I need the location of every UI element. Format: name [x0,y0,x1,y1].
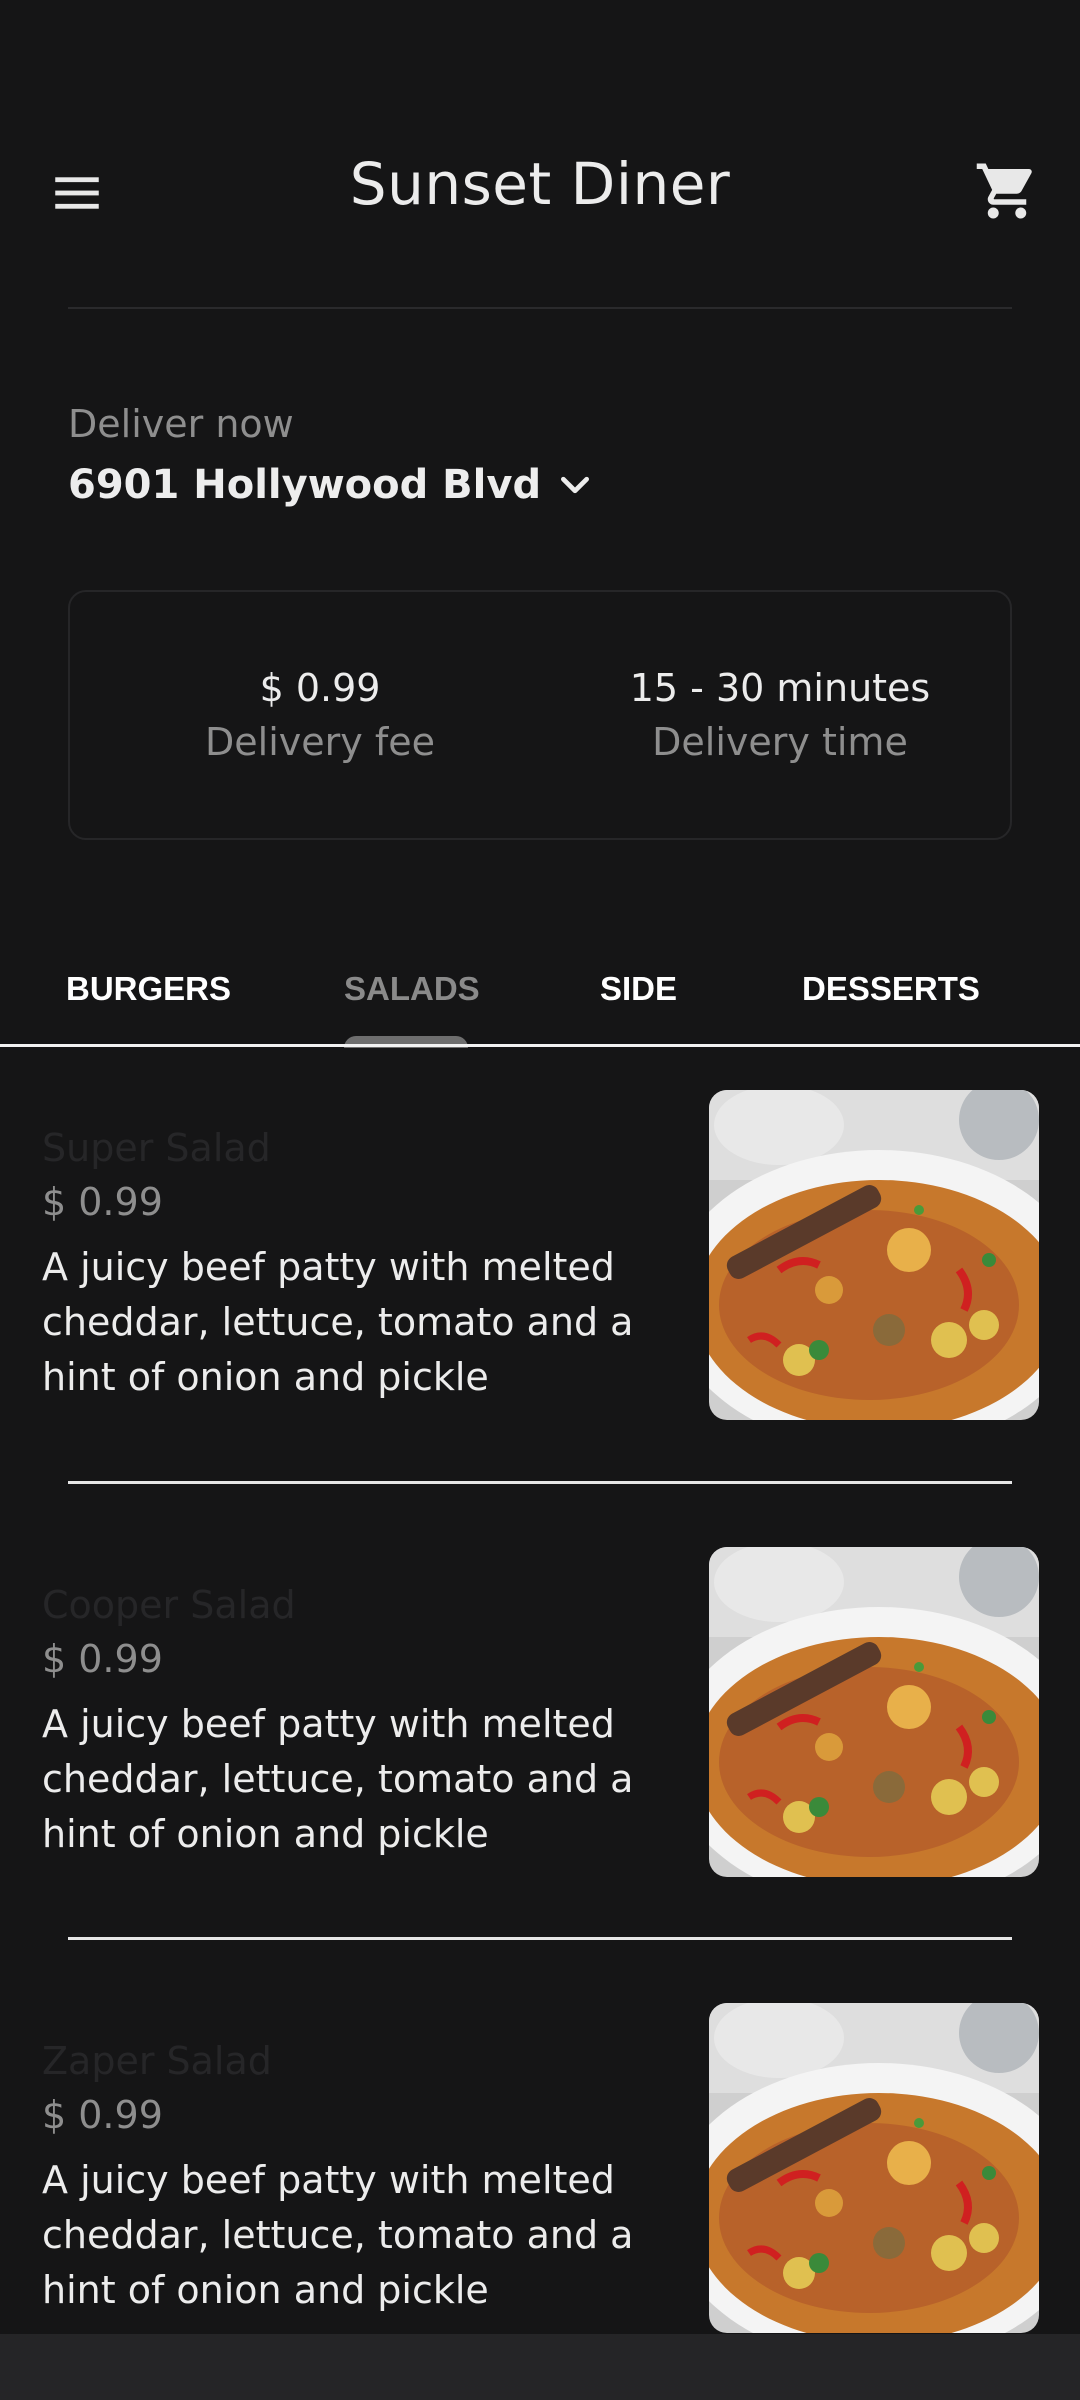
item-photo [709,2003,1039,2333]
address-selector[interactable]: 6901 Hollywood Blvd [68,462,595,508]
tab-salads[interactable]: SALADS [344,970,480,1008]
header-divider [68,307,1012,309]
deliver-label: Deliver now [68,402,294,446]
category-tabs: BURGERS SALADS SIDE DESSERTS [0,940,1080,1048]
item-description: A juicy beef patty with melted cheddar, … [42,1702,634,1856]
menu-item[interactable]: Super Salad $ 0.99 A juicy beef patty wi… [0,1090,1080,1470]
delivery-info-card: $ 0.99 Delivery fee 15 - 30 minutes Deli… [68,590,1012,840]
item-description: A juicy beef patty with melted cheddar, … [42,1245,634,1399]
item-photo [709,1547,1039,1877]
delivery-time-label: Delivery time [652,720,908,764]
delivery-fee-block: $ 0.99 Delivery fee [110,662,530,770]
item-name: Zaper Salad [42,2039,272,2083]
app-screen: Sunset Diner Deliver now 6901 Hollywood … [0,0,1080,2400]
page-title: Sunset Diner [349,150,731,218]
menu-item[interactable]: Cooper Salad $ 0.99 A juicy beef patty w… [0,1547,1080,1927]
item-divider [68,1937,1012,1940]
chevron-down-icon [561,476,590,494]
item-price: $ 0.99 [42,1637,163,1681]
item-price: $ 0.99 [42,2093,163,2137]
app-bar: Sunset Diner [0,0,1080,310]
tab-burgers[interactable]: BURGERS [66,970,231,1008]
item-name: Cooper Salad [42,1583,296,1627]
shopping-cart-icon [976,163,1032,219]
item-photo [709,1090,1039,1420]
item-price: $ 0.99 [42,1180,163,1224]
delivery-fee-label: Delivery fee [205,720,435,764]
cart-button[interactable] [972,156,1042,226]
delivery-time-value: 15 - 30 minutes [629,666,931,710]
tab-desserts[interactable]: DESSERTS [802,970,980,1008]
delivery-fee-value: $ 0.99 [259,666,381,710]
tab-side[interactable]: SIDE [600,970,677,1008]
item-name: Super Salad [42,1126,271,1170]
menu-item[interactable]: Zaper Salad $ 0.99 A juicy beef patty wi… [0,2003,1080,2383]
item-divider [68,1481,1012,1484]
navigation-bar [0,2334,1080,2400]
item-description: A juicy beef patty with melted cheddar, … [42,2158,634,2312]
delivery-address: 6901 Hollywood Blvd [68,462,542,508]
delivery-time-block: 15 - 30 minutes Delivery time [570,662,990,770]
tabs-divider [0,1044,1080,1047]
